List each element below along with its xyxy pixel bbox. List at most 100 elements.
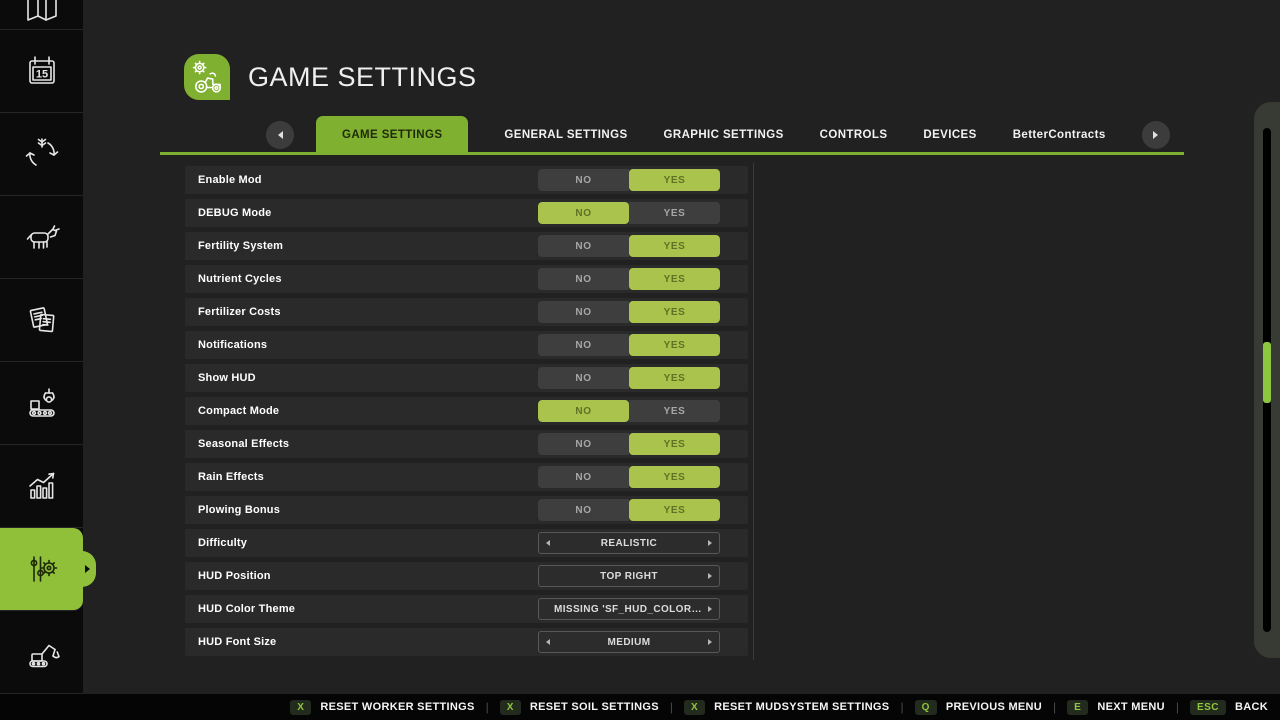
toggle-option-yes[interactable]: YES [629,169,720,191]
chevron-right-icon [1153,131,1158,139]
footer-button-reset-soil-settings[interactable]: XRESET SOIL SETTINGS [500,700,659,715]
production-icon [22,383,62,423]
toggle-option-yes[interactable]: YES [629,400,720,422]
toggle-option-no[interactable]: NO [538,433,629,455]
toggle-option-yes[interactable]: YES [629,433,720,455]
toggle-option-no[interactable]: NO [538,400,629,422]
scrollbar-thumb[interactable] [1263,342,1271,403]
toggle-option-yes[interactable]: YES [629,235,720,257]
setting-row: DEBUG Mode NOYES [185,199,748,227]
footer-divider: | [1176,700,1179,714]
toggle-option-no[interactable]: NO [538,169,629,191]
setting-row: HUD Color ThemeMISSING 'SF_HUD_COLOR_1' … [185,595,748,623]
tab-controls[interactable]: CONTROLS [820,129,888,141]
toggle-option-yes[interactable]: YES [629,202,720,224]
toggle-option-yes[interactable]: YES [629,268,720,290]
tabs-scroll-left-button[interactable] [266,121,294,149]
footer-bar: XRESET WORKER SETTINGS | XRESET SOIL SETTI… [0,694,1280,720]
toggle-option-no[interactable]: NO [538,334,629,356]
page-title: GAME SETTINGS [248,62,477,93]
crop-rotation-icon [22,134,62,174]
footer-button-next-menu[interactable]: E NEXT MENU [1067,700,1165,715]
sidebar-item-statistics[interactable] [0,445,83,528]
setting-label: Enable Mod [198,174,262,186]
setting-row: Plowing Bonus NOYES [185,496,748,524]
setting-label: Plowing Bonus [198,504,280,516]
footer-button-label: PREVIOUS MENU [946,701,1042,713]
key-badge: X [290,700,311,715]
toggle-option-no[interactable]: NO [538,499,629,521]
footer-button-back[interactable]: ESCBACK [1190,700,1268,715]
tab-graphic-settings[interactable]: GRAPHIC SETTINGS [664,129,784,141]
select-difficulty[interactable]: REALISTIC [538,532,720,554]
footer-button-label: NEXT MENU [1097,701,1164,713]
setting-label: Notifications [198,339,267,351]
toggle-fertility-system: NOYES [538,235,720,257]
footer-button-reset-worker-settings[interactable]: XRESET WORKER SETTINGS [290,700,474,715]
toggle-enable-mod: NOYES [538,169,720,191]
select-prev-icon[interactable] [546,540,550,546]
setting-row: Difficulty REALISTIC [185,529,748,557]
tab-game-settings[interactable]: GAME SETTINGS [316,116,468,153]
setting-row: Fertilizer CostsNOYES [185,298,748,326]
key-badge: ESC [1190,700,1226,715]
scrollbar[interactable] [1254,102,1280,658]
setting-label: HUD Position [198,570,271,582]
toggle-option-yes[interactable]: YES [629,301,720,323]
sidebar-item-contracts[interactable] [0,279,83,362]
sidebar-item-map[interactable] [0,0,83,30]
toggle-option-no[interactable]: NO [538,268,629,290]
toggle-notifications: NOYES [538,334,720,356]
toggle-option-yes[interactable]: YES [629,367,720,389]
toggle-option-yes[interactable]: YES [629,499,720,521]
footer-divider: | [900,700,903,714]
sidebar-item-calendar[interactable]: 15 [0,30,83,113]
key-badge: E [1067,700,1088,715]
tractor-gear-icon [184,54,230,100]
tab-bar: GAME SETTINGS GENERAL SETTINGS GRAPHIC SET… [160,116,1184,153]
sidebar-item-construction[interactable] [0,611,83,694]
sidebar-item-settings[interactable] [0,528,83,611]
toggle-option-no[interactable]: NO [538,301,629,323]
toggle-option-yes[interactable]: YES [629,466,720,488]
map-icon [22,0,62,26]
toggle-option-no[interactable]: NO [538,367,629,389]
setting-label: Nutrient Cycles [198,273,282,285]
setting-row: Show HUDNOYES [185,364,748,392]
sidebar-item-crop-rotation[interactable] [0,113,83,196]
setting-row: Compact ModeNOYES [185,397,748,425]
setting-row: HUD Position TOP RIGHT [185,562,748,590]
footer-button-reset-mudsystem-settings[interactable]: XRESET MUDSYSTEM SETTINGS [684,700,889,715]
key-badge: X [500,700,521,715]
select-next-icon[interactable] [708,540,712,546]
toggle-option-no[interactable]: NO [538,466,629,488]
sidebar: 15 [0,0,83,694]
select-hud-font-size[interactable]: MEDIUM [538,631,720,653]
select-next-icon[interactable] [708,606,712,612]
select-value: TOP RIGHT [600,571,658,582]
setting-label: DEBUG Mode [198,207,272,219]
select-next-icon[interactable] [708,639,712,645]
select-next-icon[interactable] [708,573,712,579]
select-hud-color-theme[interactable]: MISSING 'SF_HUD_COLOR_1' L.. [538,598,720,620]
tab-bettercontracts[interactable]: BetterContracts [1013,129,1106,141]
footer-button-previous-menu[interactable]: QPREVIOUS MENU [915,700,1042,715]
toggle-option-yes[interactable]: YES [629,334,720,356]
animals-icon [22,217,62,257]
setting-label: Fertility System [198,240,283,252]
select-hud-position[interactable]: TOP RIGHT [538,565,720,587]
sidebar-item-animals[interactable] [0,196,83,279]
setting-row: HUD Font SizeMEDIUM [185,628,748,656]
tab-general-settings[interactable]: GENERAL SETTINGS [504,129,627,141]
tabs-scroll-right-button[interactable] [1142,121,1170,149]
setting-label: Difficulty [198,537,247,549]
toggle-option-no[interactable]: NO [538,235,629,257]
toggle-option-no[interactable]: NO [538,202,629,224]
select-prev-icon[interactable] [546,639,550,645]
toggle-plowing-bonus: NOYES [538,499,720,521]
setting-row: Nutrient Cycles NOYES [185,265,748,293]
sidebar-item-production[interactable] [0,362,83,445]
scrollbar-track[interactable] [1263,128,1271,632]
tab-underline [160,152,1184,155]
tab-devices[interactable]: DEVICES [923,129,976,141]
